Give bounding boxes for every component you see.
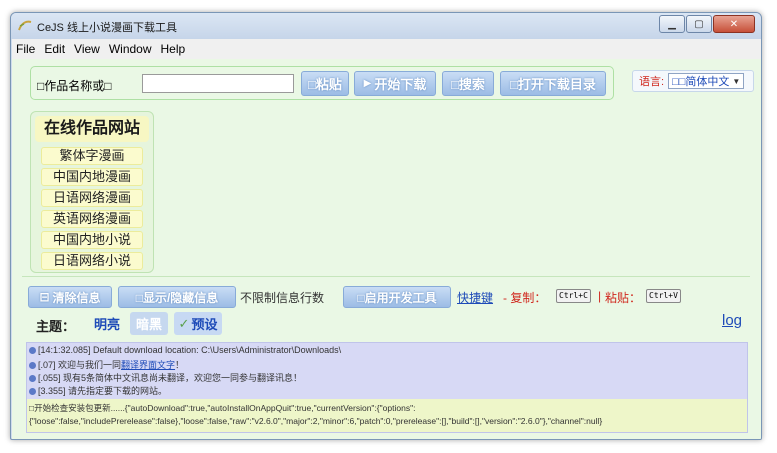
- search-button[interactable]: □搜索: [442, 71, 494, 96]
- log-line: [14:1:32.085] Default download location:…: [29, 345, 341, 355]
- start-download-label: 开始下载: [374, 77, 427, 92]
- theme-dark-button[interactable]: 暗黑: [130, 312, 168, 335]
- open-download-dir-label: □打开下载目录: [510, 77, 596, 92]
- log-line: [3.355] 请先指定要下载的网站。: [29, 384, 167, 397]
- dropdown-arrow-icon: ▼: [732, 76, 741, 86]
- menu-help[interactable]: Help: [161, 42, 186, 56]
- toggle-info-label: □显示/隐藏信息: [135, 290, 219, 305]
- theme-default-label: 预设: [191, 317, 218, 332]
- update-check-log: □开始检查安装包更新......{"autoDownload":true,"au…: [27, 399, 747, 432]
- site-item-mainland-comics[interactable]: 中国内地漫画: [41, 168, 143, 186]
- translate-ui-link[interactable]: 翻译界面文字: [121, 360, 175, 370]
- site-item-traditional-comics[interactable]: 繁体字漫画: [41, 147, 143, 165]
- clear-info-button[interactable]: ⊟ 清除信息: [28, 286, 112, 308]
- paste-key: Ctrl+V: [646, 289, 681, 303]
- log-link[interactable]: log: [722, 312, 742, 329]
- maximize-button[interactable]: ▢: [686, 15, 712, 33]
- update-log-line-1: □开始检查安装包更新......{"autoDownload":true,"au…: [29, 403, 416, 413]
- info-icon: [29, 362, 36, 369]
- search-button-label: □搜索: [451, 77, 485, 92]
- paste-button-label: □粘贴: [308, 77, 342, 92]
- info-icon: [29, 388, 36, 395]
- minimize-icon: ▁: [668, 18, 676, 30]
- theme-bright-label: 明亮: [93, 317, 120, 332]
- theme-bright-button[interactable]: 明亮: [90, 312, 124, 335]
- log-panel[interactable]: [14:1:32.085] Default download location:…: [26, 342, 748, 433]
- window-title: CeJS 线上小说漫画下载工具: [37, 22, 177, 34]
- unlimited-lines-text: 不限制信息行数: [240, 291, 325, 305]
- app-window: CeJS 线上小说漫画下载工具 ▁ ▢ ✕ File Edit View Win…: [10, 12, 762, 440]
- copy-key: Ctrl+C: [556, 289, 591, 303]
- paste-button[interactable]: □粘贴: [301, 71, 349, 96]
- minimize-button[interactable]: ▁: [659, 15, 685, 33]
- paste-label: 粘贴：: [605, 291, 642, 305]
- info-icon: [29, 347, 36, 354]
- menu-edit[interactable]: Edit: [44, 42, 65, 56]
- separator: |: [598, 289, 602, 303]
- play-icon: ▶: [363, 78, 372, 89]
- language-label: 语言:: [639, 76, 665, 88]
- log-line: [.07] 欢迎与我们一同翻译界面文字！: [29, 358, 184, 371]
- site-item-english-web-comics[interactable]: 英语网络漫画: [41, 210, 143, 228]
- menu-window[interactable]: Window: [109, 42, 152, 56]
- enable-dev-tools-button[interactable]: □启用开发工具: [343, 286, 451, 308]
- language-selected: □□简体中文: [672, 76, 730, 88]
- main-area: □作品名称或□ □粘贴 ▶ 开始下载 □搜索 □打开下载目录 语言: □□简体中…: [12, 59, 761, 439]
- site-item-japanese-web-comics[interactable]: 日语网络漫画: [41, 189, 143, 207]
- start-download-button[interactable]: ▶ 开始下载: [354, 71, 436, 96]
- log-line: [.055] 现有5条简体中文讯息尚未翻译，欢迎您一同参与翻译讯息！: [29, 371, 302, 384]
- info-icon: [29, 375, 36, 382]
- language-box: 语言: □□简体中文 ▼: [632, 70, 754, 92]
- divider: [22, 276, 750, 277]
- maximize-icon: ▢: [694, 18, 704, 30]
- clear-icon: ⊟: [39, 290, 50, 304]
- update-log-line-2: {"loose":false,"includePrerelease":false…: [29, 416, 603, 426]
- theme-default-button[interactable]: ✓ 预设: [174, 312, 222, 335]
- menu-view[interactable]: View: [74, 42, 100, 56]
- site-item-japanese-web-novels[interactable]: 日语网络小说: [41, 252, 143, 270]
- theme-dark-label: 暗黑: [135, 317, 162, 332]
- site-panel: 在线作品网站 繁体字漫画 中国内地漫画 日语网络漫画 英语网络漫画 中国内地小说…: [30, 111, 154, 273]
- clear-info-label: 清除信息: [52, 290, 101, 305]
- language-select[interactable]: □□简体中文 ▼: [668, 73, 745, 89]
- app-icon: [18, 20, 32, 31]
- work-name-label: □作品名称或□: [37, 79, 112, 93]
- work-name-input[interactable]: [142, 74, 294, 93]
- shortcut-link[interactable]: 快捷键: [457, 289, 493, 306]
- theme-label: 主题：: [36, 319, 76, 334]
- copy-label: - 复制：: [503, 291, 547, 305]
- site-item-mainland-novels[interactable]: 中国内地小说: [41, 231, 143, 249]
- menu-file[interactable]: File: [16, 42, 35, 56]
- close-button[interactable]: ✕: [713, 15, 755, 33]
- menu-bar: File Edit View Window Help: [12, 39, 761, 59]
- close-icon: ✕: [729, 18, 739, 30]
- site-panel-title: 在线作品网站: [35, 116, 149, 142]
- search-group: □作品名称或□ □粘贴 ▶ 开始下载 □搜索 □打开下载目录: [30, 66, 614, 100]
- title-bar[interactable]: CeJS 线上小说漫画下载工具 ▁ ▢ ✕: [11, 13, 761, 39]
- check-icon: ✓: [178, 315, 190, 331]
- dev-tools-label: □启用开发工具: [357, 290, 437, 305]
- toggle-info-button[interactable]: □显示/隐藏信息: [118, 286, 236, 308]
- open-download-dir-button[interactable]: □打开下载目录: [500, 71, 606, 96]
